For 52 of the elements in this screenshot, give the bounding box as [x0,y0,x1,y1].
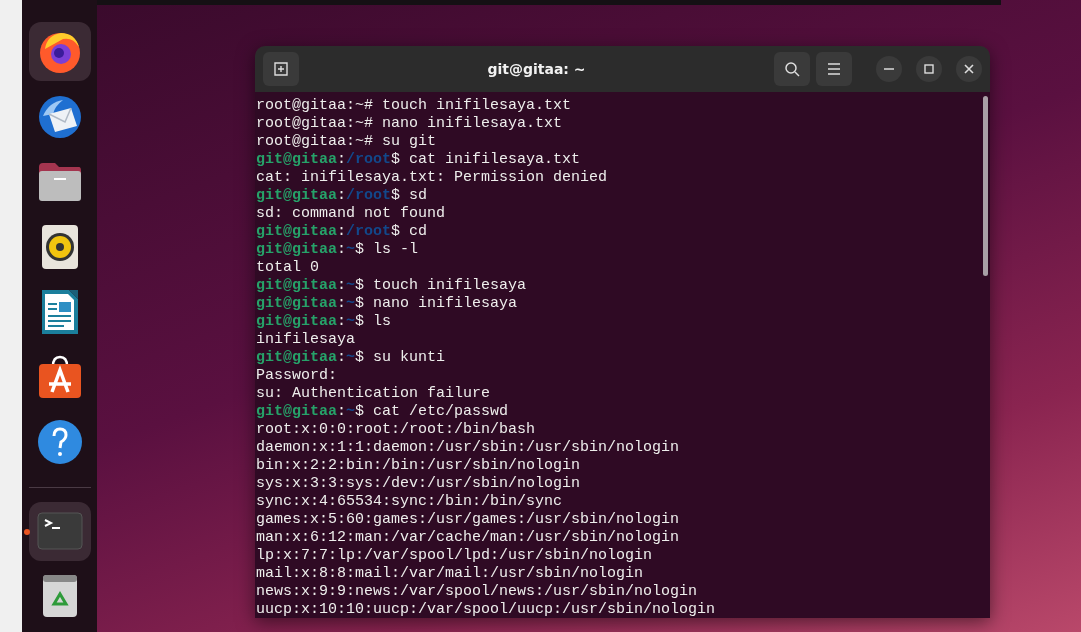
search-button[interactable] [774,52,810,86]
new-tab-icon [274,62,288,76]
shopping-bag-icon [36,353,83,400]
menu-button[interactable] [816,52,852,86]
document-icon [40,288,79,335]
question-mark-icon [36,418,83,465]
terminal-line: news:x:9:9:news:/var/spool/news:/usr/sbin/nologin [256,583,698,601]
terminal-line: Password: [256,367,337,385]
terminal-line: git@gitaa:/root$ cd [256,223,428,241]
new-tab-button[interactable] [263,52,299,86]
recycle-bin-icon [41,574,78,619]
terminal-line: root:x:0:0:root:/root:/bin/bash [256,421,536,439]
envelope-bird-icon [36,93,83,140]
terminal-line: sync:x:4:65534:sync:/bin:/bin/sync [256,493,563,511]
terminal-line: sys:x:3:3:sys:/dev:/usr/sbin/nologin [256,475,581,493]
terminal-line: games:x:5:60:games:/usr/games:/usr/sbin/nologin [256,511,680,529]
terminal-line: git@gitaa:~$ ls -l [256,241,419,259]
terminal-line: git@gitaa:~$ ls [256,313,392,331]
speaker-icon [40,223,79,270]
window-title: git@gitaa: ~ [486,61,587,77]
menu-icon [827,63,841,75]
terminal-line: git@gitaa:~$ cat /etc/passwd [256,403,509,421]
terminal-line: bin:x:2:2:bin:/bin:/usr/sbin/nologin [256,457,581,475]
terminal-line: daemon:x:1:1:daemon:/usr/sbin:/usr/sbin/nologin [256,439,680,457]
terminal-line: total 0 [256,259,319,277]
terminal-line: root@gitaa:~# touch inifilesaya.txt [256,97,572,115]
terminal-line: man:x:6:12:man:/var/cache/man:/usr/sbin/nologin [256,529,680,547]
terminal-line: git@gitaa:~$ touch inifilesaya [256,277,527,295]
minimize-icon [884,68,894,70]
terminal-line: lp:x:7:7:lp:/var/spool/lpd:/usr/sbin/nologin [256,547,653,565]
terminal-line: cat: inifilesaya.txt: Permission denied [256,169,608,187]
terminal-line: uucp:x:10:10:uucp:/var/spool/uucp:/usr/sbin/nologin [256,601,716,618]
dock-item[interactable] [28,22,91,81]
terminal-line: git@gitaa:~$ su kunti [256,349,446,367]
terminal-line: sd: command not found [256,205,446,223]
folder-icon [36,160,83,203]
terminal-line: inifilesaya [256,331,356,349]
minimize-button[interactable] [876,56,902,82]
terminal-line: su: Authentication failure [256,385,491,403]
terminal-line: git@gitaa:/root$ sd [256,187,428,205]
maximize-button[interactable] [916,56,942,82]
terminal-line: root@gitaa:~# su git [256,133,437,151]
terminal-line: root@gitaa:~# nano inifilesaya.txt [256,115,563,133]
close-button[interactable] [956,56,982,82]
terminal-line: git@gitaa:~$ nano inifilesaya [256,295,518,313]
terminal-line: mail:x:8:8:mail:/var/mail:/usr/sbin/nologin [256,565,644,583]
terminal-icon [36,512,83,551]
scrollbar-thumb[interactable] [983,96,988,276]
terminal-line: git@gitaa:/root$ cat inifilesaya.txt [256,151,581,169]
close-icon [964,64,974,74]
search-icon [784,61,800,77]
maximize-icon [924,64,934,74]
